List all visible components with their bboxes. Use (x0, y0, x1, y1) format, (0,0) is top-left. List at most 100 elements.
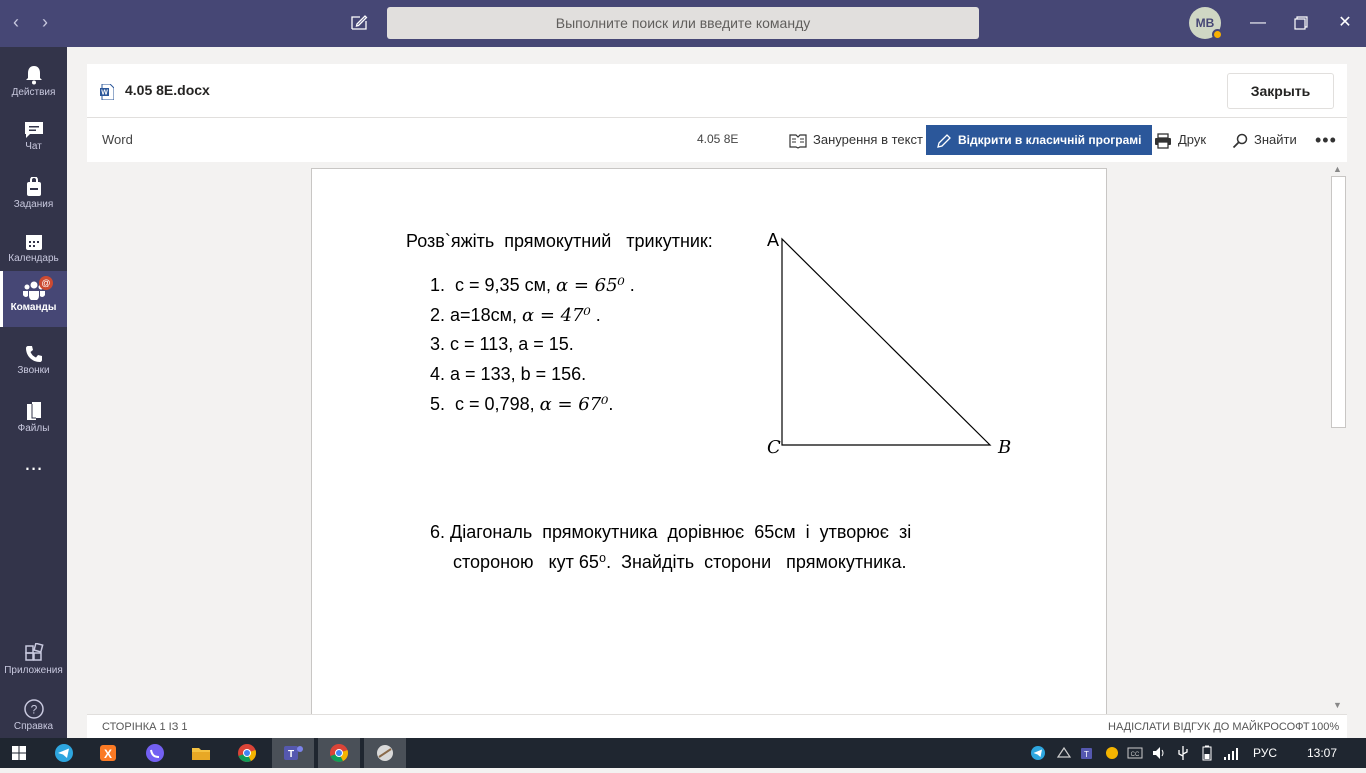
status-bar: СТОРІНКА 1 ІЗ 1 НАДІСЛАТИ ВІДГУК ДО МАЙК… (87, 714, 1347, 738)
rail-item-activity[interactable]: Действия (0, 56, 67, 112)
open-in-desktop-label: Відкрити в класичній програмі (958, 133, 1142, 147)
document-title[interactable]: 4.05 8E (697, 132, 738, 146)
file-header: W 4.05 8E.docx Закрыть (87, 64, 1347, 118)
app-rail: Действия Чат Задания Календарь @ Команды… (0, 47, 67, 738)
list-item: 1. c = 9,35 см, α = 65⁰ . (430, 275, 635, 296)
rail-label: Команды (10, 302, 57, 313)
network-icon[interactable] (1223, 745, 1239, 761)
input-language[interactable]: РУС (1253, 746, 1277, 760)
more-icon: ... (24, 450, 43, 475)
open-in-desktop-button[interactable]: Відкрити в класичній програмі (926, 125, 1152, 155)
calendar-icon (25, 235, 42, 250)
immersive-reader-button[interactable]: Занурення в текст (789, 125, 923, 155)
page-counter: СТОРІНКА 1 ІЗ 1 (102, 721, 188, 733)
forward-button[interactable]: › (42, 12, 48, 33)
telegram-tray-icon[interactable] (1030, 745, 1046, 761)
restore-icon (1294, 16, 1308, 30)
back-button[interactable]: ‹ (13, 12, 19, 33)
vertex-b-label: B (997, 437, 1011, 458)
problem-6-line2: стороною кут 65⁰. Знайдіть сторони прямо… (453, 552, 907, 572)
rail-label: Приложения (4, 665, 63, 676)
search-icon (1232, 133, 1248, 148)
app-name: Word (102, 132, 133, 147)
more-options-button[interactable]: ••• (1315, 125, 1337, 155)
chrome-window-icon[interactable] (318, 738, 360, 768)
cloud-tray-icon[interactable] (1104, 745, 1120, 761)
svg-text:T: T (288, 749, 294, 760)
document-canvas[interactable]: Розв`яжіть прямокутний трикутник: 1. c =… (87, 162, 1347, 714)
minimize-button[interactable]: — (1244, 10, 1272, 36)
file-explorer-icon[interactable] (189, 741, 213, 765)
rail-label: Чат (25, 141, 42, 152)
search-input[interactable]: Выполните поиск или введите команду (387, 7, 979, 39)
right-triangle-diagram: A C B (767, 230, 1011, 458)
svg-text:?: ? (30, 703, 37, 717)
mention-badge: @ (39, 276, 53, 290)
maximize-button[interactable] (1287, 10, 1315, 36)
chrome-icon[interactable] (235, 741, 259, 765)
assignments-icon (26, 177, 41, 196)
vertex-c-label: C (767, 437, 781, 458)
scroll-down-icon[interactable]: ▼ (1333, 700, 1342, 710)
tray-icon[interactable] (1056, 745, 1072, 761)
viber-icon[interactable] (143, 741, 167, 765)
keyboard-tray-icon[interactable]: CC (1127, 745, 1143, 761)
word-toolbar: Word 4.05 8E Занурення в текст Відкрити … (87, 118, 1347, 162)
scroll-thumb[interactable] (1331, 176, 1346, 428)
rail-label: Справка (13, 721, 54, 732)
usb-icon[interactable] (1175, 745, 1191, 761)
vertical-scrollbar[interactable]: ▲ ▼ (1330, 162, 1347, 714)
rail-label: Действия (11, 87, 56, 98)
rail-label: Задания (13, 199, 54, 210)
rail-label: Файлы (17, 423, 50, 434)
immersive-reader-label: Занурення в текст (813, 132, 923, 147)
svg-text:CC: CC (1131, 752, 1140, 758)
feedback-link[interactable]: НАДІСЛАТИ ВІДГУК ДО МАЙКРОСОФТ (1108, 721, 1310, 733)
new-chat-icon[interactable] (350, 13, 368, 31)
triangle-shape (781, 237, 992, 446)
rail-item-chat[interactable]: Чат (0, 112, 67, 168)
app-window-icon[interactable] (364, 738, 406, 768)
find-button[interactable]: Знайти (1232, 125, 1297, 155)
rail-item-assignments[interactable]: Задания (0, 168, 67, 224)
rail-label: Звонки (17, 365, 50, 376)
windows-start-icon[interactable] (12, 746, 26, 760)
help-icon: ? (23, 699, 44, 719)
clock[interactable]: 13:07 (1307, 746, 1337, 760)
volume-icon[interactable] (1151, 745, 1167, 761)
svg-text:X: X (104, 747, 112, 761)
apps-icon (24, 643, 44, 661)
more-apps-button[interactable]: ... (0, 448, 67, 488)
more-icon: ••• (1315, 130, 1337, 150)
rail-item-apps[interactable]: Приложения (0, 634, 67, 690)
rail-item-files[interactable]: Файлы (0, 392, 67, 448)
word-file-icon: W (100, 84, 114, 100)
presence-status-icon (1212, 29, 1223, 40)
scroll-up-icon[interactable]: ▲ (1333, 164, 1342, 174)
rail-item-calls[interactable]: Звонки (0, 336, 67, 392)
telegram-icon[interactable] (52, 741, 76, 765)
teams-taskbar-icon[interactable]: T (272, 738, 314, 768)
svg-text:W: W (101, 90, 108, 97)
document-viewer: W 4.05 8E.docx Закрыть Word 4.05 8E Зану… (87, 64, 1347, 738)
pencil-icon (937, 133, 951, 148)
rail-item-teams[interactable]: @ Команды (0, 271, 67, 327)
task-heading: Розв`яжіть прямокутний трикутник: (406, 231, 713, 251)
phone-icon (25, 346, 42, 362)
close-window-button[interactable]: ✕ (1331, 10, 1359, 36)
list-item: 4. a = 133, b = 156. (430, 364, 587, 384)
find-label: Знайти (1254, 132, 1297, 147)
teams-tray-icon[interactable]: T (1080, 745, 1096, 761)
list-item: 3. c = 113, a = 15. (430, 334, 574, 354)
battery-icon[interactable] (1199, 745, 1215, 761)
file-name: 4.05 8E.docx (125, 82, 210, 98)
close-button[interactable]: Закрыть (1227, 73, 1334, 109)
print-button[interactable]: Друк (1154, 125, 1206, 155)
zoom-level[interactable]: 100% (1311, 721, 1339, 733)
xampp-icon[interactable]: X (96, 741, 120, 765)
list-item: 2. a=18см, α = 47⁰ . (430, 305, 601, 326)
file-icon (26, 402, 41, 420)
chat-icon (24, 122, 43, 138)
avatar[interactable]: МВ (1189, 7, 1223, 40)
printer-icon (1155, 132, 1171, 149)
